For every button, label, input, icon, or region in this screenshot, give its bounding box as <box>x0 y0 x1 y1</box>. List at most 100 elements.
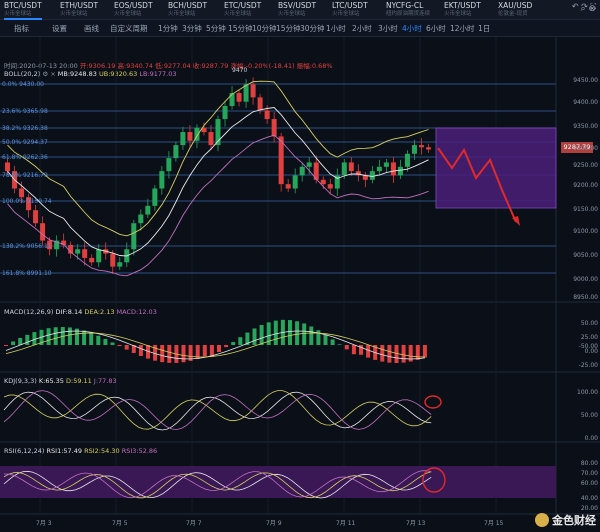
candle-body <box>306 162 312 167</box>
price-axis-label: 9150.00 <box>573 206 598 213</box>
macd-bar <box>181 345 186 363</box>
candle-body <box>397 166 403 176</box>
macd-axis-label: -25.00 <box>578 362 598 369</box>
brand-logo-icon <box>535 513 549 527</box>
macd-bar <box>309 326 314 345</box>
candle-body <box>376 166 382 172</box>
fib-level-label: 50.0% 9294.37 <box>2 139 48 146</box>
candle-body <box>425 147 431 150</box>
watermark-text: 金色财经 <box>552 514 596 527</box>
macd-dif: DIF:8.14 <box>55 308 83 316</box>
candle-body <box>89 257 95 263</box>
price-axis-label: 9000.00 <box>573 276 598 283</box>
price-axis-label: 9400.00 <box>573 99 598 106</box>
candle-body <box>369 171 375 180</box>
rsi-axis-label: 40.00 <box>580 495 598 502</box>
candle-body <box>180 132 186 146</box>
macd-bar <box>217 345 221 353</box>
candle-body <box>152 188 158 206</box>
candle-body <box>390 162 396 176</box>
date-axis-label: 7月 5 <box>112 520 128 527</box>
kdj-k-line <box>3 391 432 431</box>
candle-body <box>19 188 25 198</box>
macd-bar <box>401 345 406 363</box>
macd-bar <box>138 345 143 357</box>
price-axis-label: 8950.00 <box>573 294 598 301</box>
macd-bar <box>82 330 87 345</box>
macd-bar <box>11 341 16 345</box>
candle-body <box>411 145 417 154</box>
candle-body <box>138 214 144 224</box>
macd-axis-label: -50.00 <box>578 343 598 350</box>
macd-bar <box>302 323 307 345</box>
candle-body <box>285 184 291 189</box>
macd-bar <box>224 345 229 348</box>
kdj-axis-label: 100.00 <box>577 389 598 396</box>
rsi-axis-label: 20.00 <box>580 505 598 512</box>
kdj-k: K:65.35 <box>38 377 64 385</box>
kdj-j: J:77.83 <box>93 377 117 385</box>
watermark: 金色财经 <box>535 512 596 528</box>
date-axis-label: 7月 7 <box>186 520 202 527</box>
fib-level-label: 138.2% 9056.11 <box>2 243 52 250</box>
candle-body <box>383 162 389 167</box>
macd-axis-label: 50.00 <box>580 320 598 327</box>
macd-bar <box>209 345 214 357</box>
macd-bar <box>351 345 356 355</box>
fib-level-label: 78.6% 9216.79 <box>2 172 48 179</box>
date-axis-label: 7月 11 <box>336 520 356 527</box>
macd-bar <box>25 334 30 345</box>
kdj-axis-label: 0.00 <box>584 435 598 442</box>
macd-bar <box>231 342 236 345</box>
macd-bar <box>103 338 108 345</box>
rsi-axis-label: 80.00 <box>580 460 598 467</box>
candle-body <box>96 249 102 263</box>
macd-dea: DEA:2.13 <box>84 308 115 316</box>
date-axis-label: 7月 3 <box>36 520 52 527</box>
rsi-1: RSI1:57.49 <box>46 447 83 455</box>
candle-body <box>145 205 151 215</box>
macd-bar <box>167 345 172 363</box>
fib-level-label: 61.8% 9262.36 <box>2 154 48 161</box>
kdj-info: KDJ(9,3,3) K:65.35 D:59.11 J:77.83 <box>4 377 117 385</box>
macd-label: MACD(12,26,9) <box>4 308 54 316</box>
price-axis-label: 9350.00 <box>573 123 598 130</box>
kdj-d: D:59.11 <box>66 377 92 385</box>
macd-bar <box>124 345 129 350</box>
candle-body <box>33 210 39 224</box>
candle-body <box>166 158 172 172</box>
candle-body <box>250 84 256 98</box>
macd-info: MACD(12,26,9) DIF:8.14 DEA:2.13 MACD:12.… <box>4 308 157 316</box>
rsi-info: RSI(6,12,24) RSI1:57.49 RSI2:54.30 RSI3:… <box>4 447 157 455</box>
candle-body <box>404 153 410 167</box>
date-axis-label: 7月 13 <box>406 520 426 527</box>
rsi-axis-label: 70.00 <box>580 470 598 477</box>
candle-body <box>292 175 298 189</box>
macd-bar <box>422 345 427 358</box>
candle-body <box>40 223 46 241</box>
date-axis-label: 7月 15 <box>484 520 504 527</box>
fib-level-label: 38.2% 9326.38 <box>2 125 48 132</box>
date-axis-label: 7月 9 <box>266 520 282 527</box>
kdj-j-line <box>3 390 432 430</box>
macd-bar <box>259 324 264 345</box>
fib-level-label: 23.6% 9365.98 <box>2 108 48 115</box>
macd-bar <box>160 345 165 363</box>
macd-bar <box>295 321 300 345</box>
macd-bar <box>238 337 243 345</box>
macd-bar <box>344 345 349 350</box>
candle-body <box>348 162 354 172</box>
highlight-circle <box>424 395 442 409</box>
macd-bar <box>380 345 385 362</box>
fib-level-label: 0.0% 9430.00 <box>2 81 44 88</box>
macd-bar <box>288 320 292 345</box>
forecast-zone <box>435 127 557 209</box>
rsi-label: RSI(6,12,24) <box>4 447 45 455</box>
candle-body <box>222 106 228 120</box>
macd-bar <box>323 334 328 345</box>
candle-body <box>257 97 263 111</box>
macd-bar <box>18 337 23 345</box>
candle-body <box>327 184 333 189</box>
rsi-band <box>0 466 556 498</box>
boll-upper-line <box>7 80 429 237</box>
